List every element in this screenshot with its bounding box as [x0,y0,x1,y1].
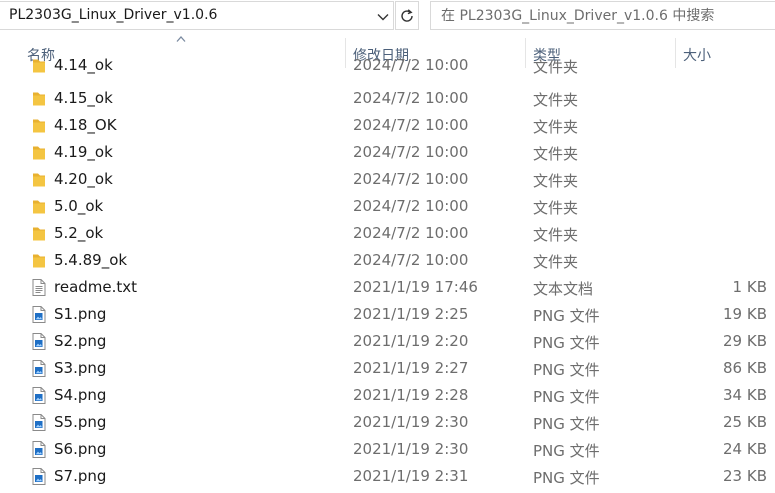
png-file-icon [30,467,48,486]
file-modified-date: 2021/1/19 2:30 [353,440,469,458]
file-name: 5.0_ok [54,197,104,215]
file-name: 5.4.89_ok [54,251,128,269]
folder-icon [30,251,48,270]
png-file-icon [30,413,48,432]
text-file-icon [30,278,48,297]
file-row[interactable]: S2.png 2021/1/19 2:20 PNG 文件 29 KB [0,328,775,355]
folder-row[interactable]: 5.2_ok 2024/7/2 10:00 文件夹 [0,220,775,247]
file-row[interactable]: S3.png 2021/1/19 2:27 PNG 文件 86 KB [0,355,775,382]
file-name: 4.19_ok [54,143,113,161]
folder-icon [30,89,48,108]
file-type: 文件夹 [533,91,579,109]
address-path[interactable]: PL2303G_Linux_Driver_v1.0.6 [9,7,217,23]
png-file-icon [30,332,48,351]
file-modified-date: 2024/7/2 10:00 [353,58,469,74]
file-size: 86 KB [723,359,767,377]
folder-icon [30,197,48,216]
file-name: 5.2_ok [54,224,104,242]
folder-icon [30,224,48,243]
folder-icon [30,170,48,189]
file-type: PNG 文件 [533,334,600,352]
file-type: PNG 文件 [533,388,600,406]
file-type: PNG 文件 [533,469,600,487]
file-type: 文件夹 [533,253,579,271]
folder-icon [30,143,48,162]
file-name: S2.png [54,332,107,350]
file-name: S6.png [54,440,107,458]
file-modified-date: 2024/7/2 10:00 [353,89,469,107]
png-file-icon [30,386,48,405]
file-modified-date: 2024/7/2 10:00 [353,170,469,188]
file-name: 4.18_OK [54,116,117,134]
file-list: 4.14_ok 2024/7/2 10:00 文件夹 4.15_ok 2024/7/2 … [0,58,775,493]
folder-icon [30,116,48,135]
file-modified-date: 2024/7/2 10:00 [353,116,469,134]
file-row[interactable]: readme.txt 2021/1/19 17:46 文本文档 1 KB [0,274,775,301]
address-history-dropdown[interactable] [372,4,394,29]
file-size: 19 KB [723,305,767,323]
file-size: 29 KB [723,332,767,350]
file-modified-date: 2021/1/19 2:25 [353,305,469,323]
png-file-icon [30,440,48,459]
file-type: 文件夹 [533,199,579,217]
file-type: 文件夹 [533,58,579,76]
file-row[interactable]: S5.png 2021/1/19 2:30 PNG 文件 25 KB [0,409,775,436]
refresh-button[interactable] [395,1,419,30]
file-modified-date: 2024/7/2 10:00 [353,224,469,242]
file-name: S1.png [54,305,107,323]
folder-icon [30,58,48,75]
file-name: S7.png [54,467,107,485]
file-type: 文件夹 [533,226,579,244]
chevron-down-icon [377,13,389,20]
file-modified-date: 2021/1/19 2:31 [353,467,469,485]
file-row[interactable]: S1.png 2021/1/19 2:25 PNG 文件 19 KB [0,301,775,328]
file-name: S3.png [54,359,107,377]
file-size: 34 KB [723,386,767,404]
file-type: PNG 文件 [533,307,600,325]
png-file-icon [30,305,48,324]
file-size: 23 KB [723,467,767,485]
refresh-icon [401,8,413,22]
file-modified-date: 2021/1/19 2:28 [353,386,469,404]
search-box[interactable] [430,1,775,30]
file-type: 文件夹 [533,172,579,190]
file-row[interactable]: S4.png 2021/1/19 2:28 PNG 文件 34 KB [0,382,775,409]
file-modified-date: 2024/7/2 10:00 [353,251,469,269]
file-size: 1 KB [732,278,767,296]
folder-row[interactable]: 4.19_ok 2024/7/2 10:00 文件夹 [0,139,775,166]
file-modified-date: 2021/1/19 17:46 [353,278,478,296]
file-size: 24 KB [723,440,767,458]
file-name: readme.txt [54,278,138,296]
search-input[interactable] [441,7,761,25]
file-row[interactable]: S7.png 2021/1/19 2:31 PNG 文件 23 KB [0,463,775,490]
file-type: PNG 文件 [533,415,600,433]
file-name: 4.20_ok [54,170,113,188]
file-type: PNG 文件 [533,442,600,460]
file-modified-date: 2021/1/19 2:20 [353,332,469,350]
folder-row[interactable]: 4.14_ok 2024/7/2 10:00 文件夹 [0,58,775,79]
folder-row[interactable]: 5.0_ok 2024/7/2 10:00 文件夹 [0,193,775,220]
file-type: PNG 文件 [533,361,600,379]
file-name: 4.15_ok [54,89,113,107]
folder-row[interactable]: 4.18_OK 2024/7/2 10:00 文件夹 [0,112,775,139]
file-type: 文本文档 [533,280,594,298]
file-modified-date: 2021/1/19 2:30 [353,413,469,431]
file-size: 25 KB [723,413,767,431]
file-type: 文件夹 [533,118,579,136]
folder-row[interactable]: 5.4.89_ok 2024/7/2 10:00 文件夹 [0,247,775,274]
file-modified-date: 2024/7/2 10:00 [353,143,469,161]
file-name: S4.png [54,386,107,404]
address-bar[interactable]: PL2303G_Linux_Driver_v1.0.6 [0,1,394,30]
file-modified-date: 2024/7/2 10:00 [353,197,469,215]
file-modified-date: 2021/1/19 2:27 [353,359,469,377]
folder-row[interactable]: 4.15_ok 2024/7/2 10:00 文件夹 [0,85,775,112]
png-file-icon [30,359,48,378]
file-row[interactable]: S6.png 2021/1/19 2:30 PNG 文件 24 KB [0,436,775,463]
file-type: 文件夹 [533,145,579,163]
file-name: S5.png [54,413,107,431]
folder-row[interactable]: 4.20_ok 2024/7/2 10:00 文件夹 [0,166,775,193]
navigation-bar: PL2303G_Linux_Driver_v1.0.6 [0,0,775,32]
file-name: 4.14_ok [54,58,113,74]
